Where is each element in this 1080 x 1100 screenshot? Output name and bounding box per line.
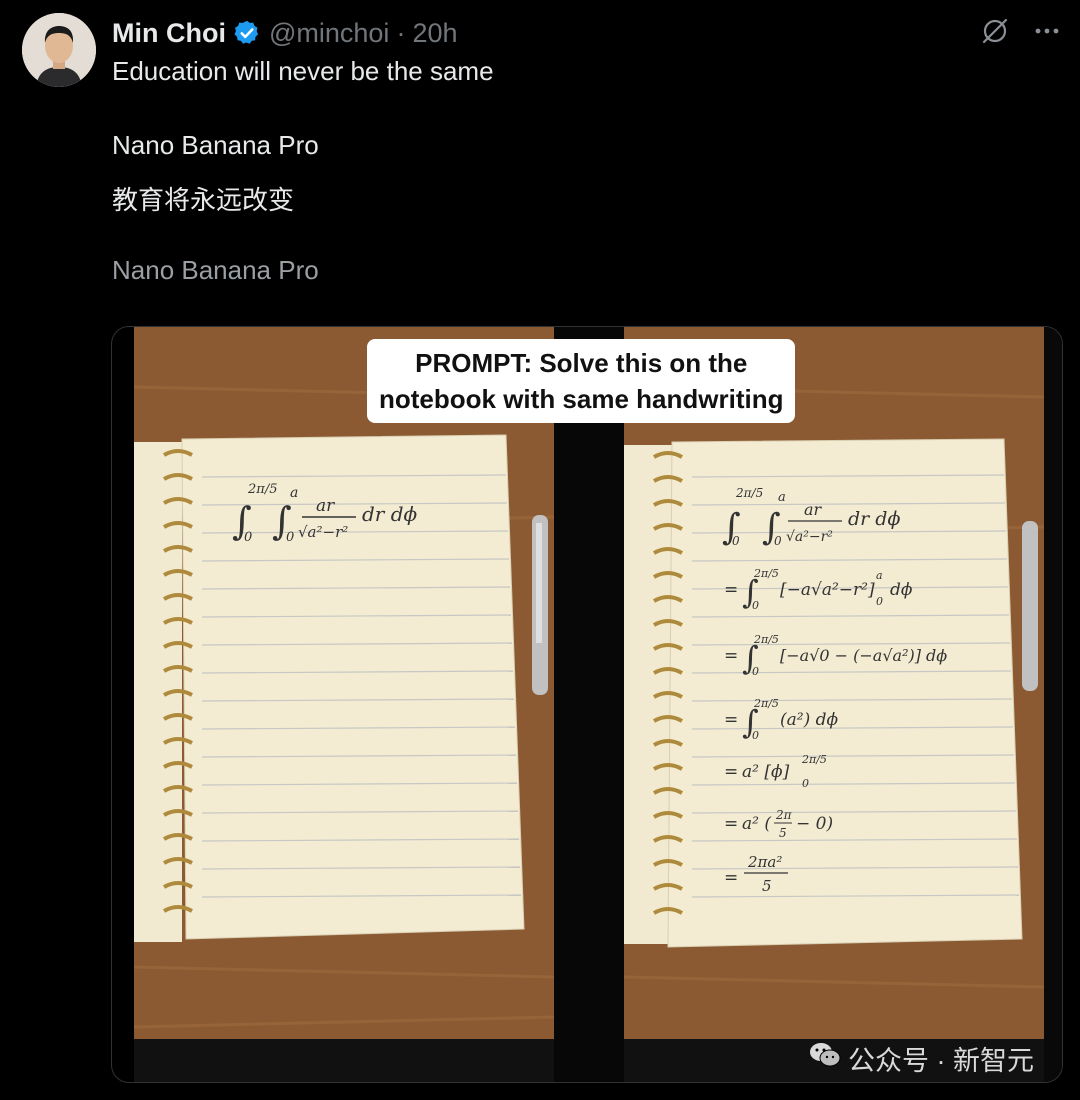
svg-text:ar: ar xyxy=(316,496,335,516)
svg-text:a² (: a² ( xyxy=(742,814,771,834)
svg-text:0: 0 xyxy=(774,534,782,548)
svg-text:0: 0 xyxy=(752,599,759,612)
wechat-icon xyxy=(808,1040,842,1077)
svg-text:√a²−r²: √a²−r² xyxy=(298,523,348,541)
photo-after: ∫ ∫ 2π/5 a 0 0 ar √a²−r² dr dϕ = ∫ 2π/5 … xyxy=(624,327,1044,1082)
more-icon[interactable] xyxy=(1032,16,1062,51)
svg-text:=: = xyxy=(724,710,738,730)
svg-text:2π/5: 2π/5 xyxy=(753,697,779,710)
svg-text:a: a xyxy=(876,569,883,582)
svg-text:2π: 2π xyxy=(775,808,793,822)
svg-text:a² [ϕ]: a² [ϕ] xyxy=(742,762,790,782)
tweet-text-line: Nano Banana Pro xyxy=(112,130,319,160)
svg-text:0: 0 xyxy=(286,530,294,545)
tweet-text-line: Nano Banana Pro xyxy=(112,255,319,285)
tweet-text-line: 教育将永远改变 xyxy=(112,185,295,215)
tweet-media[interactable]: ∫ ∫ 2π/5 a 0 0 ar √a²−r² dr dϕ ∫ ∫ 2π/5 … xyxy=(111,326,1063,1083)
prompt-caption: PROMPT: Solve this on the notebook with … xyxy=(367,339,796,423)
avatar[interactable] xyxy=(22,13,96,87)
author-name[interactable]: Min Choi xyxy=(112,18,226,49)
author-handle[interactable]: @minchoi xyxy=(269,18,389,49)
svg-text:2π/5: 2π/5 xyxy=(247,482,277,497)
svg-text:2π/5: 2π/5 xyxy=(753,567,779,580)
verified-badge-icon xyxy=(233,19,261,47)
svg-text:a: a xyxy=(290,485,298,501)
svg-text:0: 0 xyxy=(244,530,252,545)
svg-text:0: 0 xyxy=(752,665,759,678)
svg-text:− 0): − 0) xyxy=(796,814,833,834)
svg-text:(a²) dϕ: (a²) dϕ xyxy=(780,710,839,730)
svg-text:=: = xyxy=(724,646,738,666)
watermark-text: 公众号 · 新智元 xyxy=(848,1046,1034,1076)
photo-before: ∫ ∫ 2π/5 a 0 0 ar √a²−r² dr dϕ xyxy=(134,327,554,1082)
tweet-header: Min Choi @minchoi · 20h xyxy=(112,14,458,52)
svg-text:=: = xyxy=(724,814,738,834)
svg-text:ar: ar xyxy=(804,500,823,519)
svg-text:=: = xyxy=(724,762,738,782)
timestamp[interactable]: 20h xyxy=(412,18,457,49)
tweet-text-line: Education will never be the same xyxy=(112,56,494,86)
svg-text:2πa²: 2πa² xyxy=(747,853,782,871)
svg-text:dr dϕ: dr dϕ xyxy=(848,508,900,530)
grok-icon[interactable] xyxy=(980,16,1010,51)
svg-text:2π/5: 2π/5 xyxy=(735,486,763,500)
svg-text:a: a xyxy=(778,490,786,505)
prompt-line: notebook with same handwriting xyxy=(379,384,784,414)
svg-text:2π/5: 2π/5 xyxy=(801,753,827,766)
svg-text:=: = xyxy=(724,580,738,600)
svg-text:[−a√a²−r²]: [−a√a²−r²] xyxy=(780,580,875,600)
media-edge xyxy=(1044,327,1062,1082)
svg-text:dr dϕ: dr dϕ xyxy=(362,502,418,526)
svg-text:5: 5 xyxy=(779,826,787,840)
svg-text:=: = xyxy=(724,868,738,888)
svg-text:√a²−r²: √a²−r² xyxy=(786,529,833,545)
watermark: 公众号 · 新智元 xyxy=(808,1039,1034,1078)
svg-text:0: 0 xyxy=(732,534,740,548)
tweet-actions xyxy=(980,16,1062,51)
prompt-line: PROMPT: Solve this on the xyxy=(415,348,748,378)
media-divider xyxy=(554,327,624,1082)
svg-text:0: 0 xyxy=(802,777,809,790)
svg-text:5: 5 xyxy=(762,877,772,895)
svg-text:0: 0 xyxy=(752,729,759,742)
svg-text:[−a√0 − (−a√a²)] dϕ: [−a√0 − (−a√a²)] dϕ xyxy=(780,646,947,665)
svg-text:dϕ: dϕ xyxy=(890,580,913,600)
svg-text:0: 0 xyxy=(876,595,883,608)
svg-text:2π/5: 2π/5 xyxy=(753,633,779,646)
separator-dot: · xyxy=(396,17,406,48)
